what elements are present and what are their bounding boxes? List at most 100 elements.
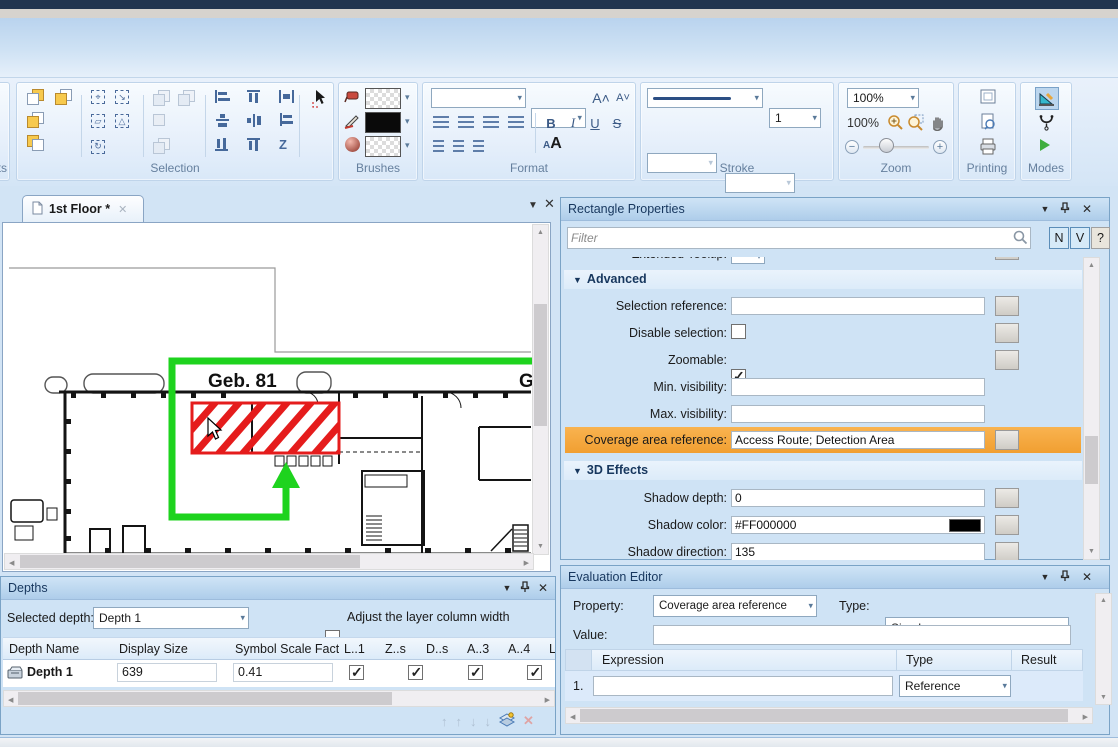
value-input[interactable] — [653, 625, 1071, 645]
move-up-icon[interactable]: ↑ — [456, 714, 463, 729]
shadow-color-button[interactable] — [995, 515, 1019, 535]
selected-depth-combo[interactable]: Depth 1▾ — [93, 607, 249, 629]
filter-help-button[interactable]: ? — [1091, 227, 1110, 249]
section-3d-effects[interactable]: ▼3D Effects — [564, 461, 1082, 480]
min-visibility-input[interactable] — [731, 378, 985, 396]
page-setup-icon[interactable] — [979, 88, 997, 109]
selection-reference-input[interactable] — [731, 297, 985, 315]
canvas-vscrollbar[interactable]: ▲ ▼ — [532, 224, 549, 555]
diagnostics-mode-icon[interactable] — [1038, 114, 1056, 135]
gradient-brush-icon[interactable] — [345, 137, 360, 152]
align-text-center-icon[interactable] — [458, 116, 474, 128]
expression-input[interactable] — [593, 676, 893, 696]
properties-menu-icon[interactable]: ▼ — [1037, 202, 1053, 217]
merge-icon[interactable] — [153, 114, 165, 126]
depths-menu-icon[interactable]: ▼ — [499, 581, 515, 596]
expression-row[interactable]: 1. Reference▾ — [565, 671, 1083, 701]
col-l1[interactable]: L..1 — [344, 642, 365, 656]
layer-checkbox-3[interactable] — [468, 665, 483, 680]
group-icon[interactable] — [153, 90, 170, 106]
stroke-brush-dropdown[interactable]: ▾ — [405, 116, 410, 127]
add-depth-icon[interactable] — [499, 712, 515, 730]
align-top-icon[interactable] — [247, 90, 262, 103]
col-display-size[interactable]: Display Size — [119, 642, 188, 656]
move-bottom-icon[interactable]: ↓ — [485, 714, 492, 729]
shrink-font-icon[interactable]: A˅ — [613, 88, 633, 108]
send-backward-icon[interactable] — [27, 112, 44, 128]
run-mode-icon[interactable] — [1040, 139, 1050, 151]
center-horizontal-icon[interactable] — [247, 114, 262, 127]
select-frame-icon[interactable]: ⌖ — [91, 90, 105, 104]
character-format-icon[interactable]: AA — [543, 135, 562, 153]
stroke-brush-swatch[interactable] — [365, 112, 401, 133]
pan-hand-icon[interactable] — [929, 114, 946, 134]
zoom-slider-thumb[interactable] — [879, 138, 894, 153]
shadow-depth-input[interactable] — [731, 489, 985, 507]
align-text-justify-icon[interactable] — [508, 116, 524, 128]
print-icon[interactable] — [979, 138, 997, 159]
depth-row[interactable]: Depth 1 639 0.41 — [3, 660, 555, 687]
floor-plan[interactable]: Geb. 81 G — [5, 224, 533, 554]
print-preview-icon[interactable] — [979, 113, 997, 134]
align-left-icon[interactable] — [215, 90, 230, 103]
zoomable-button[interactable] — [995, 350, 1019, 370]
layer-checkbox-4[interactable] — [527, 665, 542, 680]
col-depth-name[interactable]: Depth Name — [9, 642, 79, 656]
align-text-right-icon[interactable] — [483, 116, 499, 128]
col-a3[interactable]: A..3 — [467, 642, 489, 656]
expression-type-combo[interactable]: Reference▾ — [899, 675, 1011, 697]
properties-close-icon[interactable]: ✕ — [1079, 202, 1095, 217]
bring-forward-icon[interactable] — [55, 89, 72, 105]
property-combo[interactable]: Coverage area reference▾ — [653, 595, 817, 617]
bring-to-front-icon[interactable] — [27, 89, 44, 105]
combine-icon[interactable] — [153, 138, 170, 154]
depths-hscrollbar[interactable]: ◀ ▶ — [3, 690, 555, 707]
evaluation-hscrollbar[interactable]: ◀ ▶ — [565, 707, 1093, 724]
align-text-bottom-icon[interactable] — [473, 140, 484, 152]
evaluation-pin-icon[interactable] — [1057, 570, 1073, 585]
move-top-icon[interactable]: ↑ — [441, 714, 448, 729]
shadow-color-input[interactable] — [731, 516, 985, 534]
polygon-select-icon[interactable]: △ — [115, 114, 129, 128]
pointer-select-icon[interactable] — [309, 89, 329, 112]
coverage-area-input[interactable] — [731, 431, 985, 449]
align-text-middle-icon[interactable] — [453, 140, 464, 152]
max-visibility-input[interactable] — [731, 405, 985, 423]
properties-vscrollbar[interactable]: ▲ ▼ — [1083, 257, 1100, 560]
col-result[interactable]: Result — [1021, 653, 1056, 667]
font-family-combo[interactable]: ▾ — [431, 88, 526, 108]
zoom-level-combo[interactable]: 100%▾ — [847, 88, 919, 108]
evaluation-vscrollbar[interactable]: ▲ ▼ — [1095, 593, 1112, 705]
distribute-horizontal-icon[interactable] — [279, 90, 294, 103]
edit-mode-button[interactable] — [1035, 87, 1059, 110]
symbol-scale-cell[interactable]: 0.41 — [233, 663, 333, 682]
underline-button[interactable]: U — [585, 113, 605, 133]
col-type[interactable]: Type — [906, 653, 933, 667]
filter-name-button[interactable]: N — [1049, 227, 1069, 249]
disable-selection-button[interactable] — [995, 323, 1019, 343]
extended-tooltip-combo[interactable]: ▾ — [731, 257, 765, 264]
col-a4[interactable]: A..4 — [508, 642, 530, 656]
center-vertical-icon[interactable] — [215, 114, 230, 127]
layer-checkbox-2[interactable] — [408, 665, 423, 680]
line-style-combo[interactable]: ▾ — [647, 88, 763, 108]
zoom-reset-button[interactable]: 100% — [847, 116, 879, 130]
reverse-order-icon[interactable]: Z — [279, 138, 287, 151]
selection-reference-button[interactable] — [995, 296, 1019, 316]
align-text-top-icon[interactable] — [433, 140, 444, 152]
coverage-area[interactable] — [165, 396, 389, 460]
tab-close-icon[interactable]: ✕ — [118, 203, 127, 216]
depths-pin-icon[interactable] — [517, 581, 533, 596]
shadow-depth-button[interactable] — [995, 488, 1019, 508]
send-to-back-icon[interactable] — [27, 135, 44, 151]
document-close-icon[interactable]: ✕ — [544, 196, 555, 212]
shadow-direction-input[interactable] — [731, 543, 985, 560]
properties-pin-icon[interactable] — [1057, 202, 1073, 217]
rotate-selection-icon[interactable]: ↻ — [91, 140, 105, 154]
tab-list-dropdown-icon[interactable]: ▼ — [528, 200, 538, 211]
filter-input[interactable] — [567, 227, 1031, 249]
evaluation-close-icon[interactable]: ✕ — [1079, 570, 1095, 585]
tab-1st-floor[interactable]: 1st Floor * ✕ — [22, 195, 144, 222]
canvas-hscrollbar[interactable]: ◀ ▶ — [4, 553, 534, 570]
distribute-vertical-icon[interactable] — [280, 113, 293, 128]
